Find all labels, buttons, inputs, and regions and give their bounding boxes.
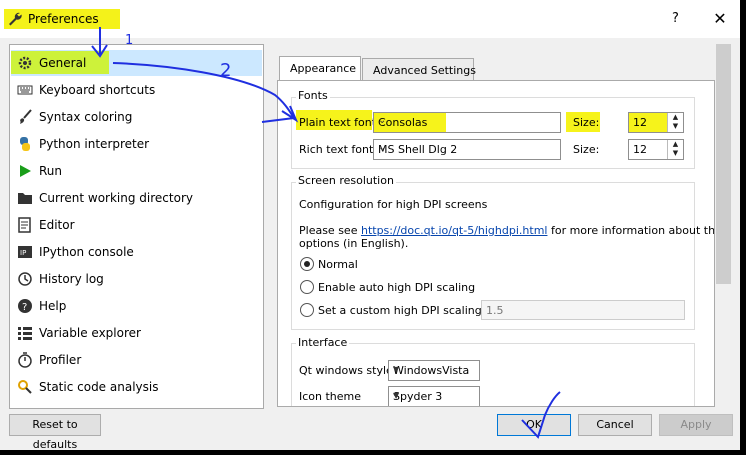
ok-button[interactable]: OK xyxy=(497,414,571,436)
ipython-icon: IP xyxy=(18,246,32,258)
window-title: Preferences xyxy=(28,12,99,26)
info-suffix: for more information about these xyxy=(550,224,715,237)
editor-icon xyxy=(18,217,31,233)
tab-label: Appearance xyxy=(290,62,357,75)
rich-size-spinbox[interactable]: 12 ▲ ▼ xyxy=(628,139,684,160)
dropdown-arrow-icon: ▼ xyxy=(393,391,400,400)
python-icon xyxy=(20,137,30,151)
input-value: 1.5 xyxy=(486,304,504,317)
sidebar-item-variable-explorer[interactable]: Variable explorer xyxy=(11,320,262,346)
gear-icon xyxy=(18,56,32,70)
settings-panel: Fonts Plain text font Consolas ⌄ Size: 1… xyxy=(277,80,715,407)
sidebar-item-current-working-directory[interactable]: Current working directory xyxy=(11,185,262,211)
radio-normal-label: Normal xyxy=(318,258,358,271)
sidebar-item-label: Syntax coloring xyxy=(39,110,133,124)
rich-size-label: Size: xyxy=(573,143,600,156)
sidebar-item-static-code-analysis[interactable]: Static code analysis xyxy=(11,374,262,400)
sidebar-item-label: IPython console xyxy=(39,245,134,259)
keyboard-icon xyxy=(17,85,33,95)
sidebar-item-help[interactable]: ? Help xyxy=(11,293,262,319)
chevron-down-icon: ⌄ xyxy=(378,142,387,153)
group-title: Interface xyxy=(296,336,350,349)
sidebar-item-editor[interactable]: Editor xyxy=(11,212,262,238)
sidebar-item-label: General xyxy=(39,56,87,70)
qt-style-combo[interactable]: WindowsVista ▼ xyxy=(388,360,480,381)
sidebar-item-general[interactable]: General xyxy=(11,50,262,76)
help-button[interactable]: ? xyxy=(672,11,679,26)
profiler-icon xyxy=(18,352,32,368)
icon-theme-combo[interactable]: Spyder 3 ▼ xyxy=(388,386,480,406)
close-button[interactable]: ✕ xyxy=(707,6,733,32)
icon-theme-label: Icon theme xyxy=(299,390,362,403)
panel-scrollbar[interactable] xyxy=(715,44,732,407)
sidebar-item-label: Keyboard shortcuts xyxy=(39,83,156,97)
sidebar-item-label: History log xyxy=(39,272,104,286)
sidebar-item-label: Current working directory xyxy=(39,191,193,205)
radio-custom-label: Set a custom high DPI scaling xyxy=(318,304,482,317)
sidebar-item-ipython-console[interactable]: IP IPython console xyxy=(11,239,262,265)
group-title: Screen resolution xyxy=(296,174,396,187)
sidebar-item-label: Static code analysis xyxy=(39,380,159,394)
sidebar-item-history-log[interactable]: History log xyxy=(11,266,262,292)
spin-arrows-icon[interactable]: ▲ ▼ xyxy=(667,140,683,159)
preferences-sidebar: General Keyboard shortcuts Syntax colori… xyxy=(9,44,264,409)
reset-to-defaults-button[interactable]: Reset to defaults xyxy=(9,414,101,451)
info-prefix: Please see xyxy=(299,224,361,237)
sidebar-item-label: Profiler xyxy=(39,353,82,367)
sidebar-item-keyboard-shortcuts[interactable]: Keyboard shortcuts xyxy=(11,77,262,103)
radio-normal[interactable] xyxy=(300,257,314,271)
sidebar-item-label: Run xyxy=(39,164,63,178)
spin-arrows-icon[interactable]: ▲ ▼ xyxy=(667,113,683,132)
chevron-down-icon: ⌄ xyxy=(378,115,387,126)
custom-scaling-input[interactable]: 1.5 xyxy=(481,300,685,320)
dropdown-arrow-icon: ▼ xyxy=(393,365,400,374)
radio-auto-scaling[interactable] xyxy=(300,280,314,294)
variable-explorer-icon xyxy=(18,327,32,340)
sidebar-item-label: Variable explorer xyxy=(39,326,141,340)
tab-label: Advanced Settings xyxy=(373,64,476,77)
svg-text:?: ? xyxy=(22,302,27,313)
spin-value: 12 xyxy=(633,116,647,129)
dpi-info-text-2: options (in English). xyxy=(299,237,409,250)
sidebar-item-profiler[interactable]: Profiler xyxy=(11,347,262,373)
sidebar-item-run[interactable]: Run xyxy=(11,158,262,184)
code-analysis-icon xyxy=(18,380,32,394)
group-title: Fonts xyxy=(296,89,330,102)
dpi-config-text: Configuration for high DPI screens xyxy=(299,198,488,211)
play-icon xyxy=(20,165,31,177)
svg-text:IP: IP xyxy=(20,249,26,257)
spin-value: 12 xyxy=(633,143,647,156)
folder-icon xyxy=(18,193,32,204)
plain-font-label: Plain text font xyxy=(299,116,377,129)
title-bar: Preferences ? ✕ xyxy=(0,0,740,38)
plain-size-label: Size: xyxy=(573,116,600,129)
tab-advanced-settings[interactable]: Advanced Settings xyxy=(362,58,476,81)
qt-style-label: Qt windows style xyxy=(299,364,393,377)
help-icon: ? xyxy=(18,299,32,313)
scrollbar-thumb[interactable] xyxy=(716,44,731,284)
wrench-icon xyxy=(9,12,22,26)
sidebar-item-label: Editor xyxy=(39,218,75,232)
sidebar-item-python-interpreter[interactable]: Python interpreter xyxy=(11,131,262,157)
sidebar-item-label: Help xyxy=(39,299,67,313)
dpi-info-text: Please see https://doc.qt.io/qt-5/highdp… xyxy=(299,224,715,237)
sidebar-item-syntax-coloring[interactable]: Syntax coloring xyxy=(11,104,262,130)
radio-auto-label: Enable auto high DPI scaling xyxy=(318,281,476,294)
sidebar-item-label: Python interpreter xyxy=(39,137,150,151)
plain-font-combo[interactable]: Consolas ⌄ xyxy=(373,112,561,133)
history-icon xyxy=(18,272,32,286)
cancel-button[interactable]: Cancel xyxy=(578,414,652,436)
apply-button[interactable]: Apply xyxy=(659,414,733,436)
radio-custom-scaling[interactable] xyxy=(300,303,314,317)
plain-size-spinbox[interactable]: 12 ▲ ▼ xyxy=(628,112,684,133)
tab-appearance[interactable]: Appearance xyxy=(279,56,361,81)
highdpi-doc-link[interactable]: https://doc.qt.io/qt-5/highdpi.html xyxy=(361,224,548,237)
rich-font-label: Rich text font xyxy=(299,143,374,156)
preferences-dialog: Preferences ? ✕ General Keyboard shortcu… xyxy=(0,0,740,451)
paint-brush-icon xyxy=(20,109,32,124)
rich-font-combo[interactable]: MS Shell Dlg 2 ⌄ xyxy=(373,139,561,160)
